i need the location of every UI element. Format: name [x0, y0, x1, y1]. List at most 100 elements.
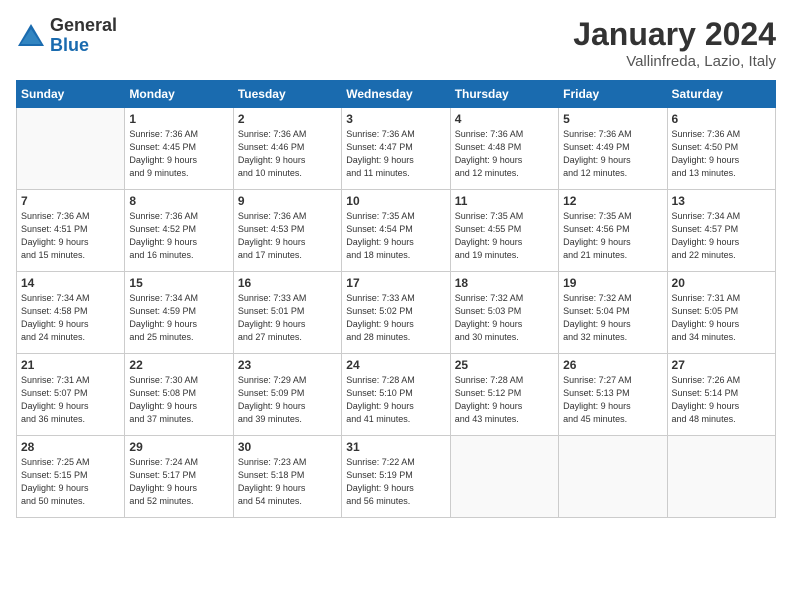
calendar-cell: 31 Sunrise: 7:22 AM Sunset: 5:19 PM Dayl… [342, 436, 450, 518]
calendar-cell: 14 Sunrise: 7:34 AM Sunset: 4:58 PM Dayl… [17, 272, 125, 354]
day-number: 20 [672, 276, 771, 290]
day-number: 29 [129, 440, 228, 454]
day-info: Sunrise: 7:36 AM Sunset: 4:46 PM Dayligh… [238, 128, 337, 180]
calendar-cell: 22 Sunrise: 7:30 AM Sunset: 5:08 PM Dayl… [125, 354, 233, 436]
calendar-cell: 6 Sunrise: 7:36 AM Sunset: 4:50 PM Dayli… [667, 108, 775, 190]
calendar-cell: 15 Sunrise: 7:34 AM Sunset: 4:59 PM Dayl… [125, 272, 233, 354]
calendar-cell: 20 Sunrise: 7:31 AM Sunset: 5:05 PM Dayl… [667, 272, 775, 354]
day-info: Sunrise: 7:35 AM Sunset: 4:55 PM Dayligh… [455, 210, 554, 262]
weekday-header-wednesday: Wednesday [342, 81, 450, 108]
calendar-cell: 7 Sunrise: 7:36 AM Sunset: 4:51 PM Dayli… [17, 190, 125, 272]
day-number: 2 [238, 112, 337, 126]
calendar-week-4: 28 Sunrise: 7:25 AM Sunset: 5:15 PM Dayl… [17, 436, 776, 518]
calendar-cell: 12 Sunrise: 7:35 AM Sunset: 4:56 PM Dayl… [559, 190, 667, 272]
header: General Blue January 2024 Vallinfreda, L… [16, 16, 776, 70]
day-number: 10 [346, 194, 445, 208]
day-info: Sunrise: 7:33 AM Sunset: 5:01 PM Dayligh… [238, 292, 337, 344]
calendar-cell: 26 Sunrise: 7:27 AM Sunset: 5:13 PM Dayl… [559, 354, 667, 436]
calendar-cell [667, 436, 775, 518]
calendar-cell [450, 436, 558, 518]
calendar-cell: 11 Sunrise: 7:35 AM Sunset: 4:55 PM Dayl… [450, 190, 558, 272]
calendar-week-1: 7 Sunrise: 7:36 AM Sunset: 4:51 PM Dayli… [17, 190, 776, 272]
day-info: Sunrise: 7:35 AM Sunset: 4:54 PM Dayligh… [346, 210, 445, 262]
day-number: 22 [129, 358, 228, 372]
calendar-cell: 23 Sunrise: 7:29 AM Sunset: 5:09 PM Dayl… [233, 354, 341, 436]
day-info: Sunrise: 7:36 AM Sunset: 4:50 PM Dayligh… [672, 128, 771, 180]
day-info: Sunrise: 7:36 AM Sunset: 4:51 PM Dayligh… [21, 210, 120, 262]
day-info: Sunrise: 7:29 AM Sunset: 5:09 PM Dayligh… [238, 374, 337, 426]
day-info: Sunrise: 7:34 AM Sunset: 4:59 PM Dayligh… [129, 292, 228, 344]
logo-blue-text: Blue [50, 36, 117, 56]
day-info: Sunrise: 7:24 AM Sunset: 5:17 PM Dayligh… [129, 456, 228, 508]
day-info: Sunrise: 7:23 AM Sunset: 5:18 PM Dayligh… [238, 456, 337, 508]
calendar-cell: 3 Sunrise: 7:36 AM Sunset: 4:47 PM Dayli… [342, 108, 450, 190]
day-info: Sunrise: 7:32 AM Sunset: 5:04 PM Dayligh… [563, 292, 662, 344]
weekday-header-friday: Friday [559, 81, 667, 108]
day-number: 17 [346, 276, 445, 290]
day-number: 19 [563, 276, 662, 290]
weekday-header-tuesday: Tuesday [233, 81, 341, 108]
day-number: 8 [129, 194, 228, 208]
day-info: Sunrise: 7:30 AM Sunset: 5:08 PM Dayligh… [129, 374, 228, 426]
day-info: Sunrise: 7:36 AM Sunset: 4:53 PM Dayligh… [238, 210, 337, 262]
day-number: 14 [21, 276, 120, 290]
calendar-cell [559, 436, 667, 518]
logo: General Blue [16, 16, 117, 56]
calendar-cell: 8 Sunrise: 7:36 AM Sunset: 4:52 PM Dayli… [125, 190, 233, 272]
day-info: Sunrise: 7:35 AM Sunset: 4:56 PM Dayligh… [563, 210, 662, 262]
day-info: Sunrise: 7:32 AM Sunset: 5:03 PM Dayligh… [455, 292, 554, 344]
day-number: 6 [672, 112, 771, 126]
day-number: 13 [672, 194, 771, 208]
calendar-cell: 25 Sunrise: 7:28 AM Sunset: 5:12 PM Dayl… [450, 354, 558, 436]
day-number: 25 [455, 358, 554, 372]
day-info: Sunrise: 7:36 AM Sunset: 4:48 PM Dayligh… [455, 128, 554, 180]
calendar-cell: 4 Sunrise: 7:36 AM Sunset: 4:48 PM Dayli… [450, 108, 558, 190]
day-info: Sunrise: 7:22 AM Sunset: 5:19 PM Dayligh… [346, 456, 445, 508]
calendar-week-3: 21 Sunrise: 7:31 AM Sunset: 5:07 PM Dayl… [17, 354, 776, 436]
calendar-cell: 5 Sunrise: 7:36 AM Sunset: 4:49 PM Dayli… [559, 108, 667, 190]
calendar-cell: 24 Sunrise: 7:28 AM Sunset: 5:10 PM Dayl… [342, 354, 450, 436]
day-info: Sunrise: 7:27 AM Sunset: 5:13 PM Dayligh… [563, 374, 662, 426]
calendar-cell: 30 Sunrise: 7:23 AM Sunset: 5:18 PM Dayl… [233, 436, 341, 518]
day-number: 16 [238, 276, 337, 290]
calendar-week-0: 1 Sunrise: 7:36 AM Sunset: 4:45 PM Dayli… [17, 108, 776, 190]
day-number: 1 [129, 112, 228, 126]
day-number: 23 [238, 358, 337, 372]
day-info: Sunrise: 7:31 AM Sunset: 5:07 PM Dayligh… [21, 374, 120, 426]
day-info: Sunrise: 7:28 AM Sunset: 5:10 PM Dayligh… [346, 374, 445, 426]
day-number: 27 [672, 358, 771, 372]
day-info: Sunrise: 7:33 AM Sunset: 5:02 PM Dayligh… [346, 292, 445, 344]
day-number: 28 [21, 440, 120, 454]
logo-icon [16, 21, 46, 51]
calendar-cell: 2 Sunrise: 7:36 AM Sunset: 4:46 PM Dayli… [233, 108, 341, 190]
day-number: 7 [21, 194, 120, 208]
day-number: 12 [563, 194, 662, 208]
day-number: 4 [455, 112, 554, 126]
calendar-cell: 18 Sunrise: 7:32 AM Sunset: 5:03 PM Dayl… [450, 272, 558, 354]
day-number: 11 [455, 194, 554, 208]
calendar-header-row: SundayMondayTuesdayWednesdayThursdayFrid… [17, 81, 776, 108]
day-info: Sunrise: 7:36 AM Sunset: 4:45 PM Dayligh… [129, 128, 228, 180]
page: General Blue January 2024 Vallinfreda, L… [0, 0, 792, 612]
calendar-cell: 9 Sunrise: 7:36 AM Sunset: 4:53 PM Dayli… [233, 190, 341, 272]
day-number: 3 [346, 112, 445, 126]
weekday-header-monday: Monday [125, 81, 233, 108]
day-number: 21 [21, 358, 120, 372]
calendar-cell [17, 108, 125, 190]
day-number: 24 [346, 358, 445, 372]
day-number: 30 [238, 440, 337, 454]
day-info: Sunrise: 7:25 AM Sunset: 5:15 PM Dayligh… [21, 456, 120, 508]
calendar-cell: 27 Sunrise: 7:26 AM Sunset: 5:14 PM Dayl… [667, 354, 775, 436]
title-block: January 2024 Vallinfreda, Lazio, Italy [573, 16, 776, 70]
calendar-week-2: 14 Sunrise: 7:34 AM Sunset: 4:58 PM Dayl… [17, 272, 776, 354]
calendar-cell: 17 Sunrise: 7:33 AM Sunset: 5:02 PM Dayl… [342, 272, 450, 354]
weekday-header-thursday: Thursday [450, 81, 558, 108]
weekday-header-sunday: Sunday [17, 81, 125, 108]
day-info: Sunrise: 7:31 AM Sunset: 5:05 PM Dayligh… [672, 292, 771, 344]
day-number: 15 [129, 276, 228, 290]
day-number: 9 [238, 194, 337, 208]
day-number: 26 [563, 358, 662, 372]
day-info: Sunrise: 7:26 AM Sunset: 5:14 PM Dayligh… [672, 374, 771, 426]
day-number: 5 [563, 112, 662, 126]
calendar-cell: 16 Sunrise: 7:33 AM Sunset: 5:01 PM Dayl… [233, 272, 341, 354]
